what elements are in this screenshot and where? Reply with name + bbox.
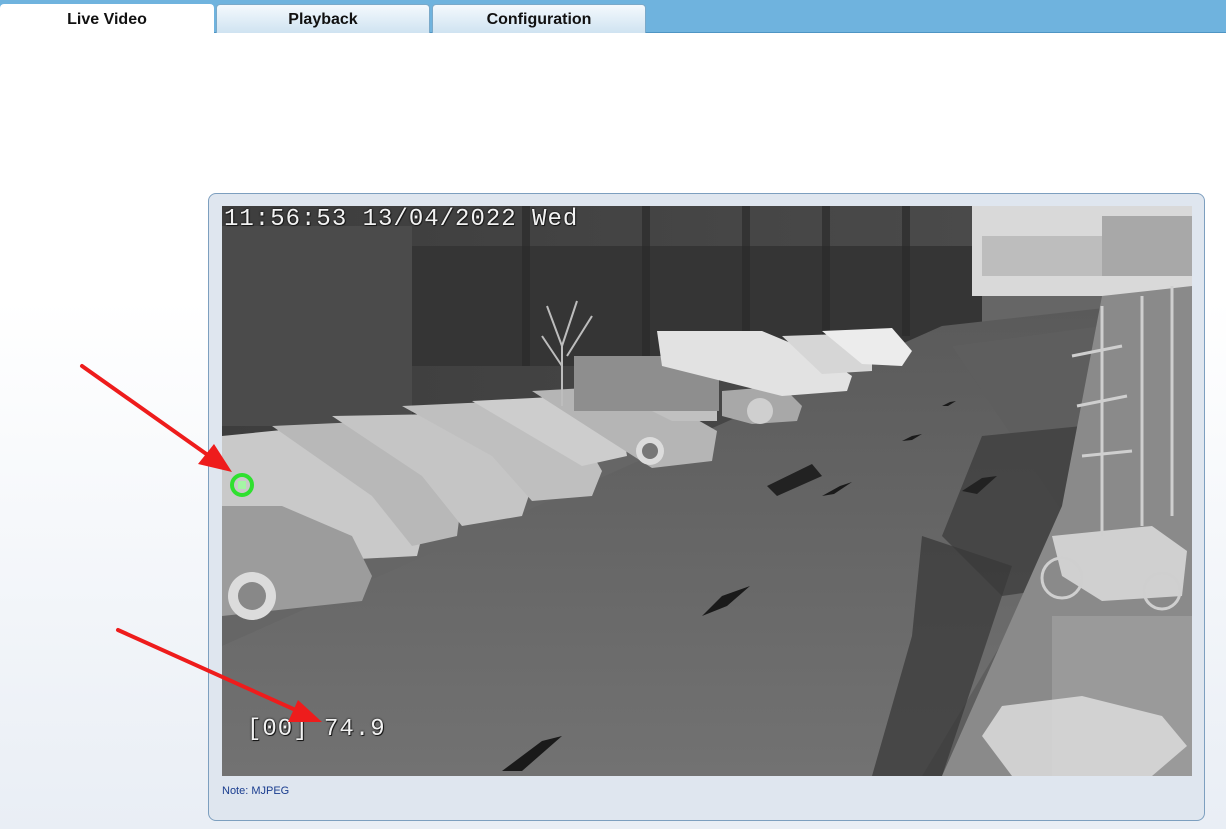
tab-bar: Live Video Playback Configuration	[0, 0, 1226, 34]
tab-live-video[interactable]: Live Video	[0, 4, 214, 34]
live-video-panel: 11:56:53 13/04/2022 Wed [00] 74.9 Note: …	[208, 193, 1205, 821]
tab-playback[interactable]: Playback	[216, 4, 430, 33]
video-stream[interactable]: 11:56:53 13/04/2022 Wed [00] 74.9	[222, 206, 1192, 776]
stream-note: Note: MJPEG	[222, 785, 290, 797]
tab-configuration[interactable]: Configuration	[432, 4, 646, 33]
thermal-scene	[222, 206, 1192, 776]
timestamp-overlay: 11:56:53 13/04/2022 Wed	[224, 206, 579, 233]
temperature-readout: [00] 74.9	[247, 716, 386, 743]
